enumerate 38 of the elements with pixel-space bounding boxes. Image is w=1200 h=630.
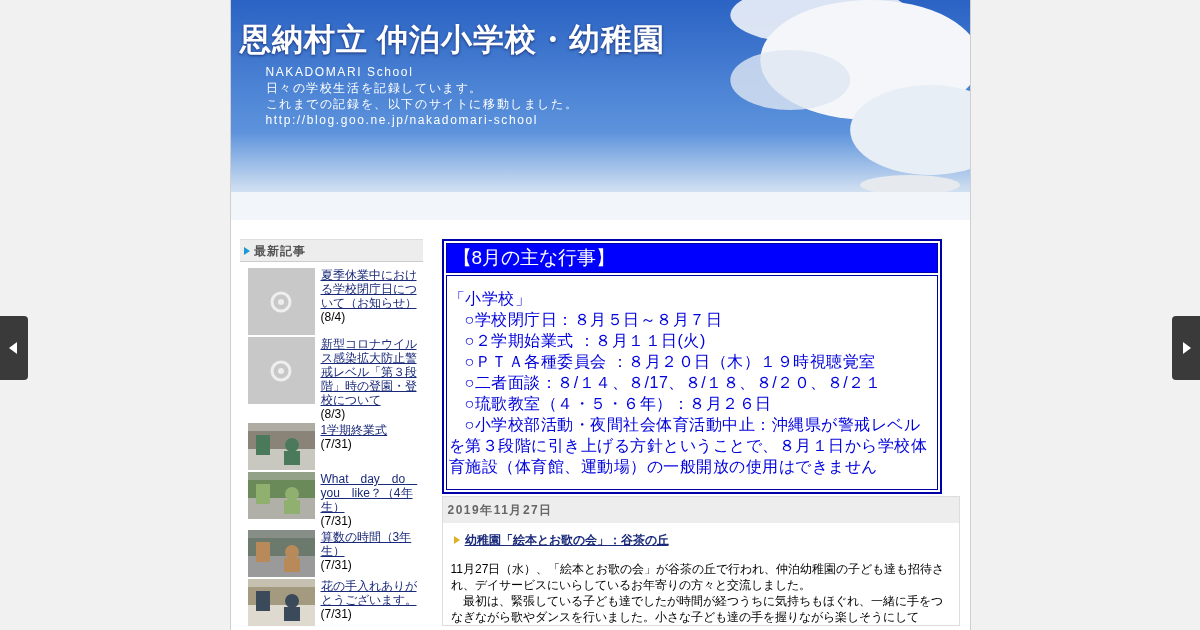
article-link[interactable]: What day do you like？（4年生）	[320, 472, 418, 514]
sidebar-heading: 最新記事	[239, 239, 423, 262]
notice-line: ○ＰＴＡ各種委員会 ：８月２０日（木）１９時視聴覚室	[463, 352, 877, 372]
article-link[interactable]: 算数の時間（3年生）	[320, 530, 418, 558]
post-paragraph: 11月27日（水）、「絵本とお歌の会」が谷茶の丘で行われ、仲泊幼稚園の子ども達も招待され、デイサービスにいらしているお年寄りの方々と交流しました。	[450, 561, 946, 593]
article-link[interactable]: 夏季休業中における学校閉庁日について（お知らせ）	[320, 268, 418, 310]
notice-title: 【8月の主な行事】	[445, 243, 938, 273]
notice-line: ○２学期始業式 ：８月１１日(火)	[463, 331, 707, 351]
article-link[interactable]: 新型コロナウイルス感染拡大防止警戒レベル「第３段階」時の登園・登校について	[320, 337, 418, 407]
site-description: NAKADOMARI School	[265, 64, 415, 80]
notice-line: 「小学校」	[448, 289, 532, 309]
left-arrow-icon	[9, 342, 19, 354]
notice-line: ○学校閉庁日：８月５日～８月７日	[463, 310, 724, 330]
article-date: (7/31)	[320, 514, 352, 528]
site-description: これまでの記録を、以下のサイトに移動しました。	[265, 96, 580, 112]
bullet-icon	[243, 246, 250, 255]
bullet-icon	[453, 536, 460, 544]
article-link[interactable]: 花の手入れありがとうございます。	[320, 579, 418, 607]
previous-button[interactable]	[0, 316, 28, 380]
post-title[interactable]: 幼稚園「絵本とお歌の会」：谷茶の丘	[464, 531, 669, 549]
site-title: 恩納村立 仲泊小学校・幼稚園	[239, 21, 667, 59]
article-date: (7/31)	[320, 558, 352, 572]
right-arrow-icon	[1181, 342, 1191, 354]
notice-line: ○二者面談：８/１４、８/17、８/１８、８/２０、８/２１	[463, 373, 883, 393]
site-description: http://blog.goo.ne.jp/nakadomari-school	[265, 112, 540, 128]
article-date: (7/31)	[320, 607, 352, 621]
post-date: 2019年11月27日	[442, 497, 959, 523]
notice-line: ○琉歌教室（４・５・６年）：８月２６日	[463, 394, 773, 414]
site-description: 日々の学校生活を記録しています。	[265, 80, 485, 96]
camera-lens-icon	[270, 290, 292, 313]
article-link[interactable]: 1学期終業式	[320, 423, 388, 437]
article-date: (7/31)	[320, 437, 352, 451]
post-paragraph: 最初は、緊張している子ども達でしたが時間が経つうちに気持ちもほぐれ、一緒に手をつなぎながら歌やダンスを行いました。小さな子ども達の手を握りながら楽しそうにして	[450, 593, 944, 625]
next-button[interactable]	[1172, 316, 1200, 380]
article-date: (8/3)	[320, 407, 346, 421]
notice-line: ○小学校部活動・夜間社会体育活動中止：沖縄県が警戒レベルを第３段階に引き上げる方針ということで、８月１日から学校体育施設（体育館、運動場）の一般開放の使用はできません	[448, 415, 928, 477]
camera-lens-icon	[270, 359, 292, 382]
article-date: (8/4)	[320, 310, 346, 324]
